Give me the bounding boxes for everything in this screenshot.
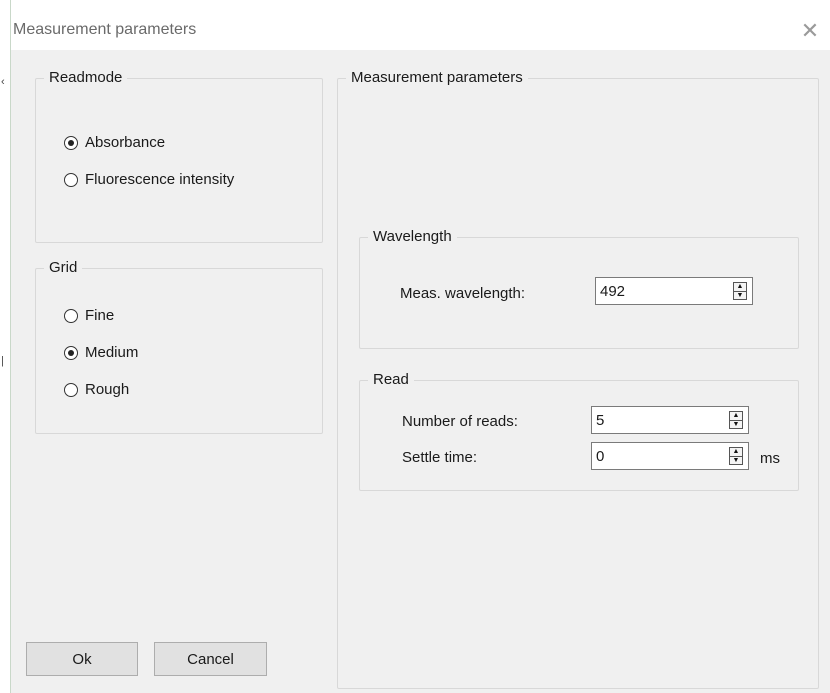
ok-button[interactable]: Ok [26,642,138,676]
radio-fine[interactable]: Fine [64,307,114,324]
radio-label: Rough [85,381,130,398]
spin-arrows[interactable]: ▲ ▼ [733,282,747,300]
read-group: Read Number of reads: ▲ ▼ Settle time: ▲… [359,371,799,491]
spin-arrows[interactable]: ▲ ▼ [729,447,743,465]
number-of-reads-input[interactable] [592,407,718,433]
meas-wavelength-label: Meas. wavelength: [400,285,526,302]
read-group-label: Read [368,371,414,388]
radio-medium[interactable]: Medium [64,344,138,361]
spin-down-icon[interactable]: ▼ [730,419,742,429]
settle-time-unit: ms [760,450,780,467]
edge-glyph: | [1,355,4,367]
radio-fluorescence-intensity[interactable]: Fluorescence intensity [64,171,234,188]
radio-absorbance[interactable]: Absorbance [64,134,165,151]
radio-label: Absorbance [85,134,166,151]
edge-glyph: ‹ [1,76,5,88]
readmode-group-label: Readmode [44,69,128,86]
measurement-parameters-group: Measurement parameters Wavelength Meas. … [337,69,819,689]
cancel-button[interactable]: Cancel [154,642,267,676]
radio-button-checked[interactable] [64,345,78,360]
radio-label: Fine [85,307,115,324]
readmode-group: Readmode Absorbance Fluorescence intensi… [35,69,323,243]
window-title: Measurement parameters [13,21,197,38]
radio-label: Medium [85,344,139,361]
grid-group-label: Grid [44,259,83,276]
radio-button[interactable] [64,172,78,187]
measurement-parameters-dialog: Measurement parameters ✕ Readmode Absorb… [11,12,830,693]
wavelength-group-label: Wavelength [368,228,457,245]
background-window-edge: ‹ | [0,0,11,693]
spin-up-icon[interactable]: ▲ [730,448,742,456]
meas-wavelength-spinbox[interactable]: ▲ ▼ [595,277,753,305]
grid-group: Grid Fine Medium Rough [35,259,323,434]
radio-label: Fluorescence intensity [85,171,235,188]
radio-button[interactable] [64,308,78,323]
spin-up-icon[interactable]: ▲ [730,412,742,420]
spin-down-icon[interactable]: ▼ [730,455,742,465]
settle-time-input[interactable] [592,443,718,469]
number-of-reads-label: Number of reads: [402,413,518,430]
number-of-reads-spinbox[interactable]: ▲ ▼ [591,406,749,434]
radio-button[interactable] [64,382,78,397]
radio-button-checked[interactable] [64,135,78,150]
close-button[interactable]: ✕ [790,12,830,50]
wavelength-group: Wavelength Meas. wavelength: ▲ ▼ [359,228,799,349]
settle-time-label: Settle time: [402,449,478,466]
spin-down-icon[interactable]: ▼ [734,290,746,300]
measurement-parameters-group-label: Measurement parameters [346,69,528,86]
meas-wavelength-input[interactable] [596,278,722,304]
title-bar: Measurement parameters ✕ [11,12,830,50]
spin-arrows[interactable]: ▲ ▼ [729,411,743,429]
close-icon: ✕ [800,18,820,43]
settle-time-spinbox[interactable]: ▲ ▼ [591,442,749,470]
spin-up-icon[interactable]: ▲ [734,283,746,291]
radio-rough[interactable]: Rough [64,381,129,398]
